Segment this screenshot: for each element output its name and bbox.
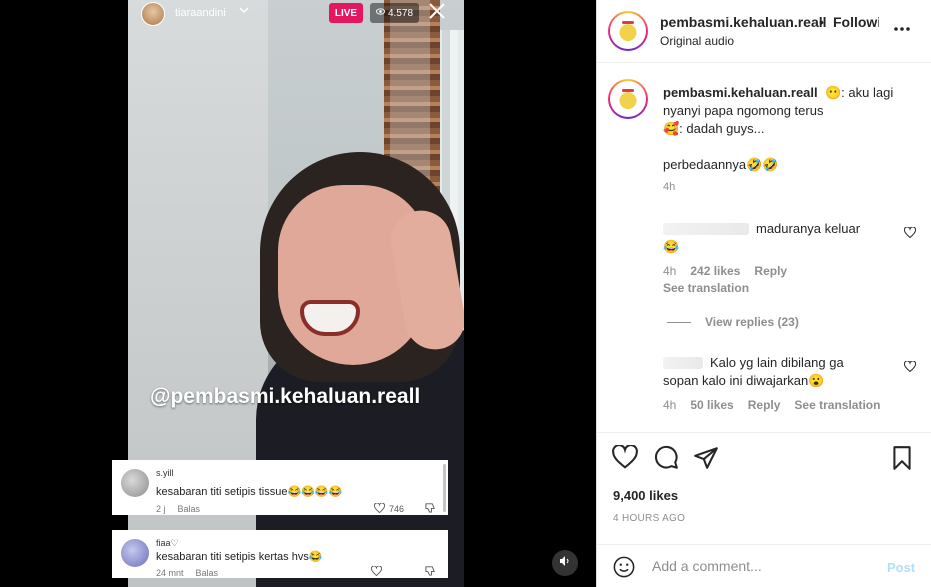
header-username[interactable]: pembasmi.kehaluan.reall <box>660 14 827 30</box>
live-host-name[interactable]: tiaraandini <box>175 7 226 19</box>
avatar <box>121 469 149 497</box>
post-timestamp[interactable]: 4 HOURS AGO <box>613 513 685 524</box>
live-comment-text: kesabaran titi setipis tissue😂😂😂😂 <box>156 486 343 498</box>
reply-button[interactable]: Reply <box>754 264 787 278</box>
live-comment-time: 24 mnt <box>156 568 184 578</box>
post-header: pembasmi.kehaluan.reall • Following Orig… <box>597 0 931 63</box>
eye-icon <box>376 7 385 19</box>
comment-input[interactable] <box>652 553 882 579</box>
emoji-icon[interactable] <box>613 556 635 578</box>
live-comment-meta: 2 j Balas <box>156 504 200 514</box>
comment-composer: Post <box>597 544 931 587</box>
post-side-panel: pembasmi.kehaluan.reall • Following Orig… <box>596 0 931 587</box>
header-separator: • <box>819 14 824 30</box>
comment-text: maduranya keluar <box>756 221 861 236</box>
live-comment-reply: Balas <box>177 504 201 514</box>
live-comment-likes: 746 <box>373 502 404 515</box>
speaker-icon <box>559 554 571 572</box>
viewer-count-value: 4.578 <box>388 7 414 19</box>
view-replies-label: View replies (23) <box>705 315 799 329</box>
view-replies-button[interactable]: View replies (23) <box>667 315 799 329</box>
caption-line: 🥰: dadah guys... <box>663 121 765 136</box>
live-comment-text: kesabaran titi setipis kertas hvs😂 <box>156 551 323 563</box>
comment-text-continued: 😂 <box>663 239 680 254</box>
avatar[interactable] <box>608 11 648 51</box>
comment-likes[interactable]: 242 likes <box>690 264 740 278</box>
post-button[interactable]: Post <box>887 560 915 575</box>
heart-icon[interactable] <box>903 226 917 241</box>
share-icon[interactable] <box>693 445 719 471</box>
heart-icon[interactable] <box>903 360 917 375</box>
live-comment-user: s.yill <box>156 468 174 478</box>
thumbs-down-icon <box>425 502 436 516</box>
viewer-count: 4.578 <box>370 3 420 23</box>
original-audio-link[interactable]: Original audio <box>660 34 734 48</box>
comment-meta: 4h 50 likes Reply See translation <box>663 398 880 412</box>
see-translation-link[interactable]: See translation <box>663 281 749 295</box>
comment-time[interactable]: 4h <box>663 398 676 412</box>
comment-icon[interactable] <box>653 445 679 471</box>
save-bookmark-icon[interactable] <box>891 445 917 471</box>
heart-icon <box>370 565 383 578</box>
live-comment-likes <box>370 565 383 578</box>
comment-text: Kalo yg lain dibilang ga <box>710 355 844 370</box>
see-translation-link[interactable]: See translation <box>794 398 880 412</box>
caption-line: perbedaannya🤣🤣 <box>663 157 779 172</box>
avatar[interactable] <box>608 79 648 119</box>
view-replies-line <box>667 321 691 323</box>
redacted-username <box>663 357 703 369</box>
live-comment-time: 2 j <box>156 504 166 514</box>
comments-list[interactable]: pembasmi.kehaluan.reall 😶: aku lagi nyan… <box>597 64 931 432</box>
close-icon[interactable] <box>428 2 446 24</box>
live-host-avatar[interactable] <box>141 2 165 26</box>
comment-meta: See translation <box>663 281 749 295</box>
comment-meta: 4h 242 likes Reply <box>663 264 787 278</box>
post-actions: 9,400 likes 4 HOURS AGO <box>597 432 931 544</box>
like-heart-icon[interactable] <box>612 444 638 471</box>
live-comment-user: fiaa♡ <box>156 538 179 548</box>
reply-button[interactable]: Reply <box>748 398 781 412</box>
likes-count[interactable]: 9,400 likes <box>613 488 678 503</box>
live-badge: LIVE <box>329 3 363 23</box>
live-comment-meta: 24 mnt Balas <box>156 568 218 578</box>
sound-toggle-button[interactable] <box>552 550 578 576</box>
more-options-icon[interactable] <box>893 16 911 37</box>
comment-likes[interactable]: 50 likes <box>690 398 733 412</box>
live-comment: s.yill kesabaran titi setipis tissue😂😂😂😂… <box>112 460 448 515</box>
caption-time[interactable]: 4h <box>663 181 675 193</box>
thumbs-down-icon <box>425 565 436 579</box>
video-watermark: @pembasmi.kehaluan.reall <box>150 385 421 408</box>
reel-video-pane[interactable]: tiaraandini LIVE 4.578 @pembasmi.kehalua… <box>0 0 596 587</box>
comment-text-continued: sopan kalo ini diwajarkan😮 <box>663 373 825 388</box>
caption-line: nyanyi papa ngomong terus <box>663 103 824 118</box>
comment-time[interactable]: 4h <box>663 264 676 278</box>
live-comment: fiaa♡ kesabaran titi setipis kertas hvs😂… <box>112 530 448 578</box>
live-comment-scrollbar <box>443 464 446 512</box>
heart-icon <box>373 502 385 515</box>
live-comment-reply: Balas <box>195 568 219 578</box>
caption-username[interactable]: pembasmi.kehaluan.reall <box>663 85 818 100</box>
live-comment-like-count: 746 <box>388 504 404 514</box>
caption-line: 😶: aku lagi <box>825 85 894 100</box>
avatar <box>121 539 149 567</box>
redacted-username <box>663 223 749 235</box>
chevron-down-icon[interactable] <box>238 4 250 19</box>
following-button[interactable]: Following <box>833 14 879 30</box>
